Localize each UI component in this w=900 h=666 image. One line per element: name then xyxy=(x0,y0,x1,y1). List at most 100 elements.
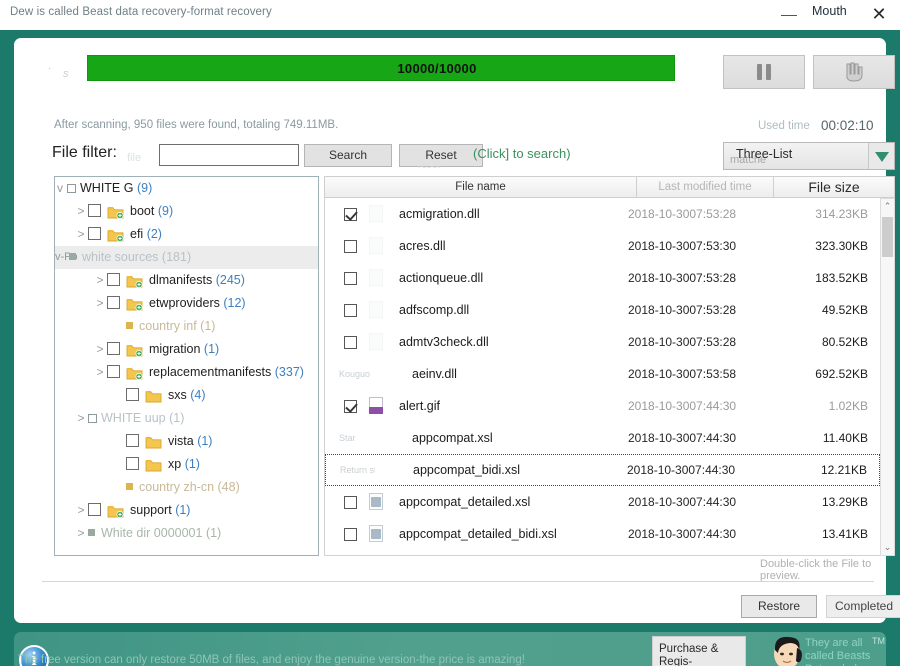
file-row[interactable]: Return star appcompat_bidi.xsl 2018-10-300… xyxy=(325,454,880,486)
tree-item[interactable]: v-Po white sources (181) xyxy=(55,246,318,269)
tree-item[interactable]: vista (1) xyxy=(55,430,318,453)
file-row[interactable]: acres.dll 2018-10-3007:53:30 323.30KB xyxy=(325,230,880,262)
tree-item-checkbox[interactable] xyxy=(107,342,120,356)
scrollbar-thumb[interactable] xyxy=(882,217,893,257)
tree-item-checkbox[interactable] xyxy=(88,413,97,423)
file-filter-label: File filter: xyxy=(52,144,117,161)
file-select-checkbox[interactable] xyxy=(343,207,357,221)
view-mode-dropdown[interactable]: matche Three-List xyxy=(723,142,895,170)
file-row[interactable]: acmigration.dll 2018-10-3007:53:28 314.23K… xyxy=(325,198,880,230)
tree-item-checkbox[interactable] xyxy=(88,503,101,517)
tree-item[interactable]: v WHITE G (9) xyxy=(55,177,318,200)
tree-item-checkbox[interactable] xyxy=(126,388,139,402)
purchase-register-button[interactable]: Purchase & Regis-ter xyxy=(652,636,746,666)
completed-button[interactable]: Completed xyxy=(826,595,900,618)
file-size-cell: 12.21KB xyxy=(820,463,867,477)
tree-item[interactable]: country zh-cn (48) xyxy=(55,476,318,499)
close-icon[interactable]: ✕ xyxy=(868,3,890,25)
file-row[interactable]: appcompat_detailed.xsl 2018-10-3007:44:30… xyxy=(325,486,880,518)
tree-item[interactable]: > boot (9) xyxy=(55,200,318,223)
file-icon xyxy=(378,364,404,384)
tree-item-bullet-icon xyxy=(88,529,95,537)
file-checkbox-cell[interactable] xyxy=(339,527,361,541)
tree-item-checkbox[interactable] xyxy=(107,365,120,379)
column-header-file-name[interactable]: File name xyxy=(324,176,637,198)
minimize-button[interactable] xyxy=(775,5,803,25)
purchase-button-line: Purchase & Regis- xyxy=(659,643,719,666)
tree-item-checkbox[interactable] xyxy=(107,296,120,310)
folder-tree-panel[interactable]: v WHITE G (9) > boot (9) > efi (2) v-Po white s… xyxy=(54,176,319,556)
tree-item[interactable]: xp (1) xyxy=(55,453,318,476)
tree-item-count: (1) xyxy=(184,457,200,471)
file-list-body[interactable]: acmigration.dll 2018-10-3007:53:28 314.23K… xyxy=(324,198,881,556)
file-row[interactable]: Star appcompat.xsl 2018-10-3007:44:30 11.40… xyxy=(325,422,880,454)
tree-item[interactable]: > efi (2) xyxy=(55,223,318,246)
tree-expand-icon[interactable]: > xyxy=(74,223,88,246)
app-window: Dew is called Beast data recovery-format… xyxy=(0,0,900,666)
file-select-checkbox[interactable] xyxy=(343,239,357,253)
tree-expand-icon[interactable]: > xyxy=(74,522,88,545)
tree-expand-icon[interactable]: > xyxy=(93,361,107,384)
reset-button[interactable]: Reset xyxy=(399,144,483,167)
file-select-checkbox[interactable] xyxy=(343,303,357,317)
tree-item[interactable]: > support (1) xyxy=(55,499,318,522)
file-checkbox-cell[interactable] xyxy=(339,239,361,253)
brand-slogan-line: They are all xyxy=(805,637,863,649)
file-row[interactable]: Kouguo aeinv.dll 2018-10-3007:53:58 692.52K… xyxy=(325,358,880,390)
tree-expand-icon[interactable]: > xyxy=(93,338,107,361)
tree-item-checkbox[interactable] xyxy=(88,204,101,218)
tree-item[interactable]: > WHITE uup (1) xyxy=(55,407,318,430)
tree-item-checkbox[interactable] xyxy=(126,457,139,471)
file-checkbox-cell[interactable] xyxy=(339,303,361,317)
column-header-file-size[interactable]: File size xyxy=(774,176,895,198)
stop-button[interactable] xyxy=(813,55,895,89)
file-row[interactable]: admtv3check.dll 2018-10-3007:53:28 80.52KB xyxy=(325,326,880,358)
tree-expand-icon[interactable]: > xyxy=(74,407,88,430)
tree-expand-icon[interactable]: > xyxy=(93,292,107,315)
file-select-checkbox[interactable] xyxy=(343,271,357,285)
pause-button[interactable] xyxy=(723,55,805,89)
file-row[interactable]: appcompat_detailed_bidi.xsl 2018-10-3007:… xyxy=(325,518,880,550)
file-filter-input[interactable] xyxy=(159,144,299,166)
file-row[interactable]: alert.gif 2018-10-3007:44:30 1.02KB xyxy=(325,390,880,422)
chevron-down-icon[interactable] xyxy=(868,143,894,169)
search-button[interactable]: Search xyxy=(304,144,392,167)
file-checkbox-cell[interactable] xyxy=(339,207,361,221)
tree-item-checkbox[interactable] xyxy=(126,434,139,448)
tree-item-count: (337) xyxy=(274,365,304,379)
file-row[interactable]: adfscomp.dll 2018-10-3007:53:28 49.52KB xyxy=(325,294,880,326)
file-select-checkbox[interactable] xyxy=(343,335,357,349)
tree-item[interactable]: > dlmanifests (245) xyxy=(55,269,318,292)
scroll-down-icon[interactable]: ⌄ xyxy=(881,540,894,555)
tree-item[interactable]: > replacementmanifests (337) xyxy=(55,361,318,384)
file-checkbox-cell[interactable] xyxy=(339,495,361,509)
tree-item[interactable]: > migration (1) xyxy=(55,338,318,361)
tree-item[interactable]: > etwproviders (12) xyxy=(55,292,318,315)
file-checkbox-cell[interactable] xyxy=(339,271,361,285)
file-select-checkbox[interactable] xyxy=(343,399,357,413)
file-list-scrollbar[interactable]: ⌃ ⌄ xyxy=(880,198,895,556)
file-checkbox-cell[interactable] xyxy=(339,335,361,349)
tree-item-checkbox[interactable] xyxy=(67,183,76,193)
tree-expand-icon[interactable]: > xyxy=(74,499,88,522)
tree-expand-icon[interactable]: v xyxy=(55,177,67,200)
file-row[interactable]: actionqueue.dll 2018-10-3007:53:28 183.52K… xyxy=(325,262,880,294)
tree-expand-icon[interactable]: > xyxy=(93,269,107,292)
restore-button[interactable]: Restore xyxy=(741,595,817,618)
tree-expand-icon[interactable]: v-Po xyxy=(55,246,78,269)
tree-item[interactable]: country inf (1) xyxy=(55,315,318,338)
column-header-last-modified[interactable]: Last modified time xyxy=(637,176,774,198)
preview-hint-text: Double-click the File to preview. xyxy=(760,558,872,582)
tree-item[interactable]: sxs (4) xyxy=(55,384,318,407)
file-select-checkbox[interactable] xyxy=(343,527,357,541)
file-select-checkbox[interactable] xyxy=(343,495,357,509)
tree-expand-icon[interactable]: > xyxy=(74,200,88,223)
tree-item[interactable]: > White dir 0000001 (1) xyxy=(55,522,318,545)
tree-item-checkbox[interactable] xyxy=(88,227,101,241)
maximize-button-label[interactable]: Mouth xyxy=(812,4,847,18)
scroll-up-icon[interactable]: ⌃ xyxy=(881,199,894,214)
file-modified-cell: 2018-10-3007:53:28 xyxy=(628,207,737,221)
tree-item-checkbox[interactable] xyxy=(107,273,120,287)
file-checkbox-cell[interactable] xyxy=(339,399,361,413)
window-title: Dew is called Beast data recovery-format… xyxy=(10,6,272,18)
